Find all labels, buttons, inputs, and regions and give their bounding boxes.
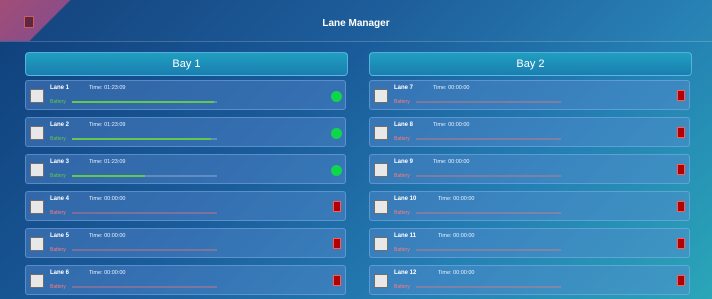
battery-label: Battery: [394, 284, 410, 290]
lane-card[interactable]: Lane 3 Time: 01:23:09 Battery: [25, 154, 346, 184]
lane-card[interactable]: Lane 6 Time: 00:00:00 Battery: [25, 265, 346, 295]
lane-card[interactable]: Lane 9 Time: 00:00:00 Battery: [369, 154, 690, 184]
lane-card[interactable]: Lane 10 Time: 00:00:00 Battery: [369, 191, 690, 221]
battery-label: Battery: [394, 136, 410, 142]
page-title: Lane Manager: [322, 18, 390, 29]
lane-checkbox[interactable]: [374, 89, 388, 103]
red-battery-icon: [677, 275, 685, 286]
lane-checkbox[interactable]: [30, 89, 44, 103]
lane-checkbox[interactable]: [30, 163, 44, 177]
battery-fill: [72, 175, 145, 177]
lane-label: Lane 8: [394, 122, 414, 128]
red-battery-icon: [333, 201, 341, 212]
lane-checkbox[interactable]: [30, 126, 44, 140]
green-dot-icon: [331, 165, 342, 176]
lane-label: Lane 3: [50, 159, 70, 165]
lane-card[interactable]: Lane 2 Time: 01:23:09 Battery: [25, 117, 346, 147]
battery-label: Battery: [50, 210, 66, 216]
lane-label: Lane 11: [394, 233, 417, 239]
lane-label: Lane 1: [50, 85, 70, 91]
battery-label: Battery: [50, 99, 66, 105]
red-battery-icon: [677, 90, 685, 101]
lane-checkbox[interactable]: [30, 237, 44, 251]
lane-checkbox[interactable]: [30, 200, 44, 214]
battery-track: [416, 286, 561, 288]
battery-fill: [72, 138, 212, 140]
battery-track: [416, 138, 561, 140]
battery-track: [72, 249, 217, 251]
title-bar: Lane Manager: [0, 0, 712, 42]
red-battery-icon: [333, 275, 341, 286]
lane-label: Lane 2: [50, 122, 70, 128]
battery-track: [416, 175, 561, 177]
battery-label: Battery: [50, 173, 66, 179]
lane-card[interactable]: Lane 12 Time: 00:00:00 Battery: [369, 265, 690, 295]
lane-checkbox[interactable]: [374, 163, 388, 177]
battery-label: Battery: [394, 99, 410, 105]
lane-time: Time: 01:23:09: [89, 122, 126, 128]
lane-checkbox[interactable]: [374, 274, 388, 288]
lane-time: Time: 00:00:00: [89, 270, 126, 276]
lane-label: Lane 9: [394, 159, 414, 165]
battery-label: Battery: [50, 247, 66, 253]
lane-label: Lane 5: [50, 233, 70, 239]
lane-time: Time: 00:00:00: [438, 233, 475, 239]
green-dot-icon: [331, 128, 342, 139]
lane-card[interactable]: Lane 5 Time: 00:00:00 Battery: [25, 228, 346, 258]
lane-label: Lane 6: [50, 270, 70, 276]
green-dot-icon: [331, 91, 342, 102]
battery-track: [72, 212, 217, 214]
battery-track: [416, 212, 561, 214]
battery-label: Battery: [50, 284, 66, 290]
battery-track: [72, 101, 217, 103]
lane-label: Lane 12: [394, 270, 417, 276]
red-battery-icon: [677, 127, 685, 138]
battery-track: [72, 138, 217, 140]
lane-card[interactable]: Lane 1 Time: 01:23:09 Battery: [25, 80, 346, 110]
red-battery-icon: [333, 238, 341, 249]
lane-checkbox[interactable]: [374, 237, 388, 251]
lane-checkbox[interactable]: [374, 200, 388, 214]
lane-card[interactable]: Lane 7 Time: 00:00:00 Battery: [369, 80, 690, 110]
red-battery-icon: [677, 164, 685, 175]
lane-card[interactable]: Lane 8 Time: 00:00:00 Battery: [369, 117, 690, 147]
lane-time: Time: 00:00:00: [89, 233, 126, 239]
lane-time: Time: 00:00:00: [438, 270, 475, 276]
red-battery-icon: [677, 238, 685, 249]
lane-time: Time: 01:23:09: [89, 85, 126, 91]
lane-card[interactable]: Lane 4 Time: 00:00:00 Battery: [25, 191, 346, 221]
lane-checkbox[interactable]: [30, 274, 44, 288]
lane-label: Lane 7: [394, 85, 414, 91]
bay-1-header[interactable]: Bay 1: [25, 52, 348, 76]
lane-time: Time: 00:00:00: [433, 85, 470, 91]
lane-time: Time: 00:00:00: [438, 196, 475, 202]
battery-fill: [72, 101, 215, 103]
lane-label: Lane 4: [50, 196, 70, 202]
lane-checkbox[interactable]: [374, 126, 388, 140]
battery-track: [72, 175, 217, 177]
battery-track: [416, 101, 561, 103]
battery-track: [416, 249, 561, 251]
bay-2-header[interactable]: Bay 2: [369, 52, 692, 76]
lane-time: Time: 01:23:09: [89, 159, 126, 165]
battery-label: Battery: [394, 210, 410, 216]
battery-label: Battery: [394, 173, 410, 179]
red-battery-icon: [677, 201, 685, 212]
lane-card[interactable]: Lane 11 Time: 00:00:00 Battery: [369, 228, 690, 258]
lane-time: Time: 00:00:00: [433, 122, 470, 128]
battery-label: Battery: [394, 247, 410, 253]
battery-label: Battery: [50, 136, 66, 142]
battery-track: [72, 286, 217, 288]
lane-label: Lane 10: [394, 196, 417, 202]
lane-time: Time: 00:00:00: [89, 196, 126, 202]
lane-time: Time: 00:00:00: [433, 159, 470, 165]
